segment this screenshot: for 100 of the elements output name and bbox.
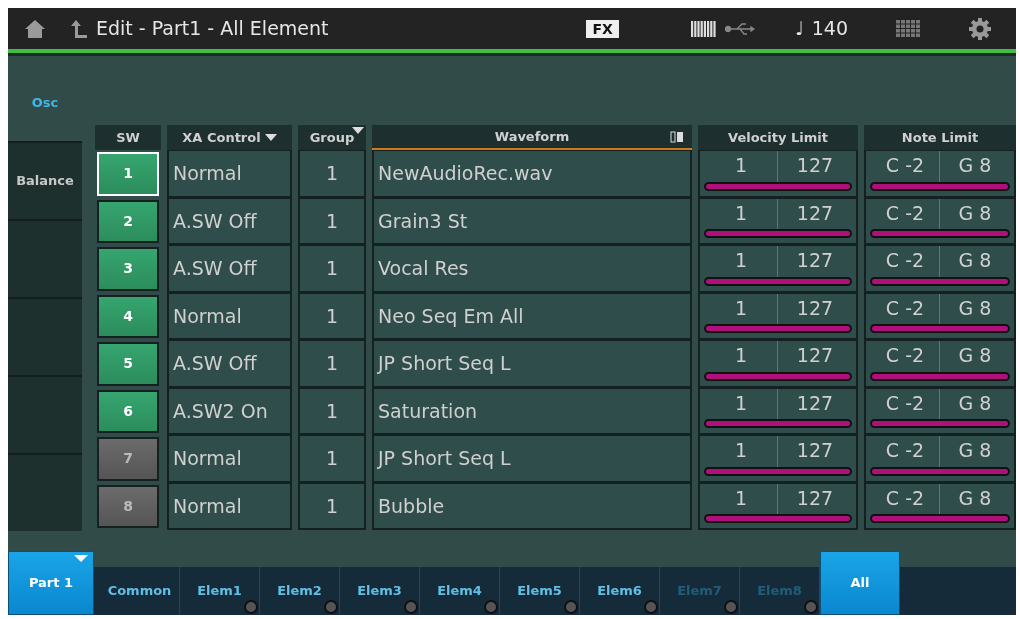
table-cell[interactable]: A.SW2 On <box>167 386 292 435</box>
screen-title: Edit - Part1 - All Element <box>96 16 329 42</box>
table-cell[interactable]: 1 <box>298 339 366 388</box>
table-cell[interactable]: Bubble <box>372 481 692 530</box>
range-cell[interactable]: C -2 G 8 <box>864 196 1016 245</box>
table-cell[interactable]: 1 <box>298 149 366 198</box>
table-cell[interactable]: Neo Seq Em All <box>372 291 692 340</box>
element-switch[interactable]: 4 <box>97 294 159 338</box>
range-low-value: 1 <box>733 390 749 416</box>
tab[interactable]: Elem1 <box>180 567 260 615</box>
table-cell[interactable]: 1 <box>298 244 366 293</box>
range-cell[interactable]: 1 127 <box>698 196 858 245</box>
indicator-icon <box>244 600 258 614</box>
column-header[interactable]: Group <box>298 125 366 150</box>
range-high-value: G 8 <box>957 485 993 511</box>
table-cell[interactable]: JP Short Seq L <box>372 434 692 483</box>
range-cell[interactable]: 1 127 <box>698 434 858 483</box>
element-switch[interactable]: 2 <box>97 199 159 243</box>
indicator-icon <box>804 600 818 614</box>
range-high-value: 127 <box>795 248 835 273</box>
column-header: Waveform <box>372 125 692 150</box>
tab[interactable]: Elem5 <box>500 567 580 615</box>
tab[interactable]: Elem6 <box>580 567 660 615</box>
range-cell[interactable]: C -2 G 8 <box>864 481 1016 530</box>
home-icon[interactable] <box>24 18 46 39</box>
table-cell[interactable]: 1 <box>298 386 366 435</box>
column-header: SW <box>95 125 161 150</box>
up-arrow-icon[interactable] <box>70 18 88 39</box>
table-cell[interactable]: A.SW Off <box>167 196 292 245</box>
fx-button[interactable]: FX <box>586 19 619 38</box>
range-high-value: 127 <box>795 200 835 226</box>
table-cell[interactable]: Saturation <box>372 386 692 435</box>
range-cell[interactable]: C -2 G 8 <box>864 291 1016 340</box>
tempo-value[interactable]: 140 <box>811 14 848 43</box>
tab[interactable]: Elem4 <box>420 567 500 615</box>
keyboard-icon <box>690 19 717 38</box>
range-cell[interactable]: C -2 G 8 <box>864 339 1016 388</box>
range-cell[interactable]: C -2 G 8 <box>864 386 1016 435</box>
range-low-value: 1 <box>733 485 749 511</box>
range-high-value: 127 <box>795 295 835 321</box>
range-cell[interactable]: 1 127 <box>698 386 858 435</box>
table-cell[interactable]: Normal <box>167 481 292 530</box>
settings-icon[interactable] <box>968 16 992 41</box>
tab[interactable]: All <box>820 551 900 615</box>
table-cell[interactable]: NewAudioRec.wav <box>372 149 692 198</box>
range-cell[interactable]: 1 127 <box>698 339 858 388</box>
sidebar-tab[interactable]: Balance <box>8 141 82 219</box>
usb-icon <box>724 21 755 36</box>
table-cell[interactable]: Grain3 St <box>372 196 692 245</box>
element-switch[interactable]: 3 <box>97 247 159 291</box>
range-cell[interactable]: C -2 G 8 <box>864 149 1016 198</box>
table-cell[interactable]: Normal <box>167 434 292 483</box>
table-cell[interactable]: 1 <box>298 291 366 340</box>
table-cell[interactable]: 1 <box>298 481 366 530</box>
range-high-value: 127 <box>795 438 835 463</box>
tab[interactable]: Elem2 <box>260 567 340 615</box>
range-low-value: C -2 <box>884 200 926 226</box>
table-cell[interactable]: JP Short Seq L <box>372 339 692 388</box>
element-switch[interactable]: 7 <box>97 437 159 481</box>
indicator-icon <box>324 600 338 614</box>
range-low-value: C -2 <box>884 485 926 511</box>
element-switch[interactable]: 8 <box>97 484 159 528</box>
column-header: Velocity Limit <box>698 125 858 150</box>
element-switch[interactable]: 5 <box>97 342 159 386</box>
range-cell[interactable]: 1 127 <box>698 244 858 293</box>
column-header[interactable]: XA Control <box>167 125 292 150</box>
table-cell[interactable]: Normal <box>167 149 292 198</box>
range-low-value: C -2 <box>884 248 926 273</box>
range-cell[interactable]: C -2 G 8 <box>864 434 1016 483</box>
table-cell[interactable]: Vocal Res <box>372 244 692 293</box>
grid-icon[interactable] <box>896 20 920 37</box>
range-low-value: 1 <box>733 343 749 368</box>
element-switch[interactable]: 6 <box>97 389 159 433</box>
tab[interactable]: Elem3 <box>340 567 420 615</box>
range-cell[interactable]: 1 127 <box>698 481 858 530</box>
tempo-symbol: ♩ <box>794 16 804 42</box>
indicator-icon <box>644 600 658 614</box>
table-cell[interactable]: A.SW Off <box>167 244 292 293</box>
column-header: Note Limit <box>864 125 1016 150</box>
range-high-value: 127 <box>795 343 835 368</box>
table-cell[interactable]: 1 <box>298 434 366 483</box>
range-high-value: G 8 <box>957 200 993 226</box>
range-high-value: G 8 <box>957 390 993 416</box>
table-cell[interactable]: Normal <box>167 291 292 340</box>
tab[interactable]: Part 1 <box>8 551 94 615</box>
table-cell[interactable]: A.SW Off <box>167 339 292 388</box>
split-view-icon[interactable] <box>670 130 684 143</box>
dropdown-caret-icon <box>264 134 277 141</box>
table-cell[interactable]: 1 <box>298 196 366 245</box>
tab[interactable]: Common <box>100 567 180 615</box>
range-low-value: 1 <box>733 438 749 463</box>
range-high-value: 127 <box>795 485 835 511</box>
indicator-icon <box>564 600 578 614</box>
indicator-icon <box>724 600 738 614</box>
element-switch[interactable]: 1 <box>97 152 159 196</box>
range-low-value: 1 <box>733 295 749 321</box>
range-cell[interactable]: 1 127 <box>698 149 858 198</box>
range-cell[interactable]: C -2 G 8 <box>864 244 1016 293</box>
range-cell[interactable]: 1 127 <box>698 291 858 340</box>
range-low-value: C -2 <box>884 295 926 321</box>
